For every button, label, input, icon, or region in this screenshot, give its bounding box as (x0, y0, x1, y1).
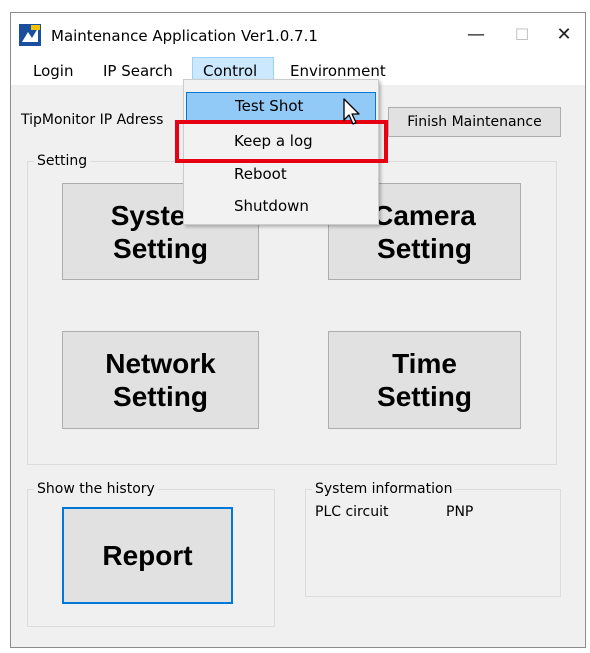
plc-circuit-label: PLC circuit (315, 504, 389, 520)
minimize-button[interactable]: — (453, 21, 499, 49)
menu-ip-search[interactable]: IP Search (94, 57, 182, 85)
network-setting-button[interactable]: Network Setting (62, 331, 259, 429)
plc-circuit-value: PNP (446, 504, 474, 520)
history-group-title: Show the history (34, 481, 158, 497)
time-setting-button[interactable]: Time Setting (328, 331, 521, 429)
app-icon (19, 24, 41, 46)
setting-group-title: Setting (34, 153, 91, 169)
window-title: Maintenance Application Ver1.0.7.1 (51, 27, 318, 45)
close-button[interactable]: ✕ (541, 21, 587, 49)
menu-item-shutdown[interactable]: Shutdown (186, 192, 376, 221)
finish-maintenance-button[interactable]: Finish Maintenance (388, 107, 561, 137)
menu-login[interactable]: Login (24, 57, 82, 85)
highlight-box (175, 120, 388, 163)
title-bar[interactable]: Maintenance Application Ver1.0.7.1 — ☐ ✕ (11, 13, 585, 57)
system-info-group-title: System information (312, 481, 456, 497)
maximize-button[interactable]: ☐ (499, 21, 545, 49)
mouse-cursor-icon (343, 98, 360, 125)
reboot-label: Reboot (234, 165, 287, 183)
shutdown-label: Shutdown (234, 197, 309, 215)
ip-address-label: TipMonitor IP Adress (21, 112, 164, 128)
menu-item-reboot[interactable]: Reboot (186, 160, 376, 189)
test-shot-label: Test Shot (235, 97, 304, 115)
report-button[interactable]: Report (62, 507, 233, 604)
